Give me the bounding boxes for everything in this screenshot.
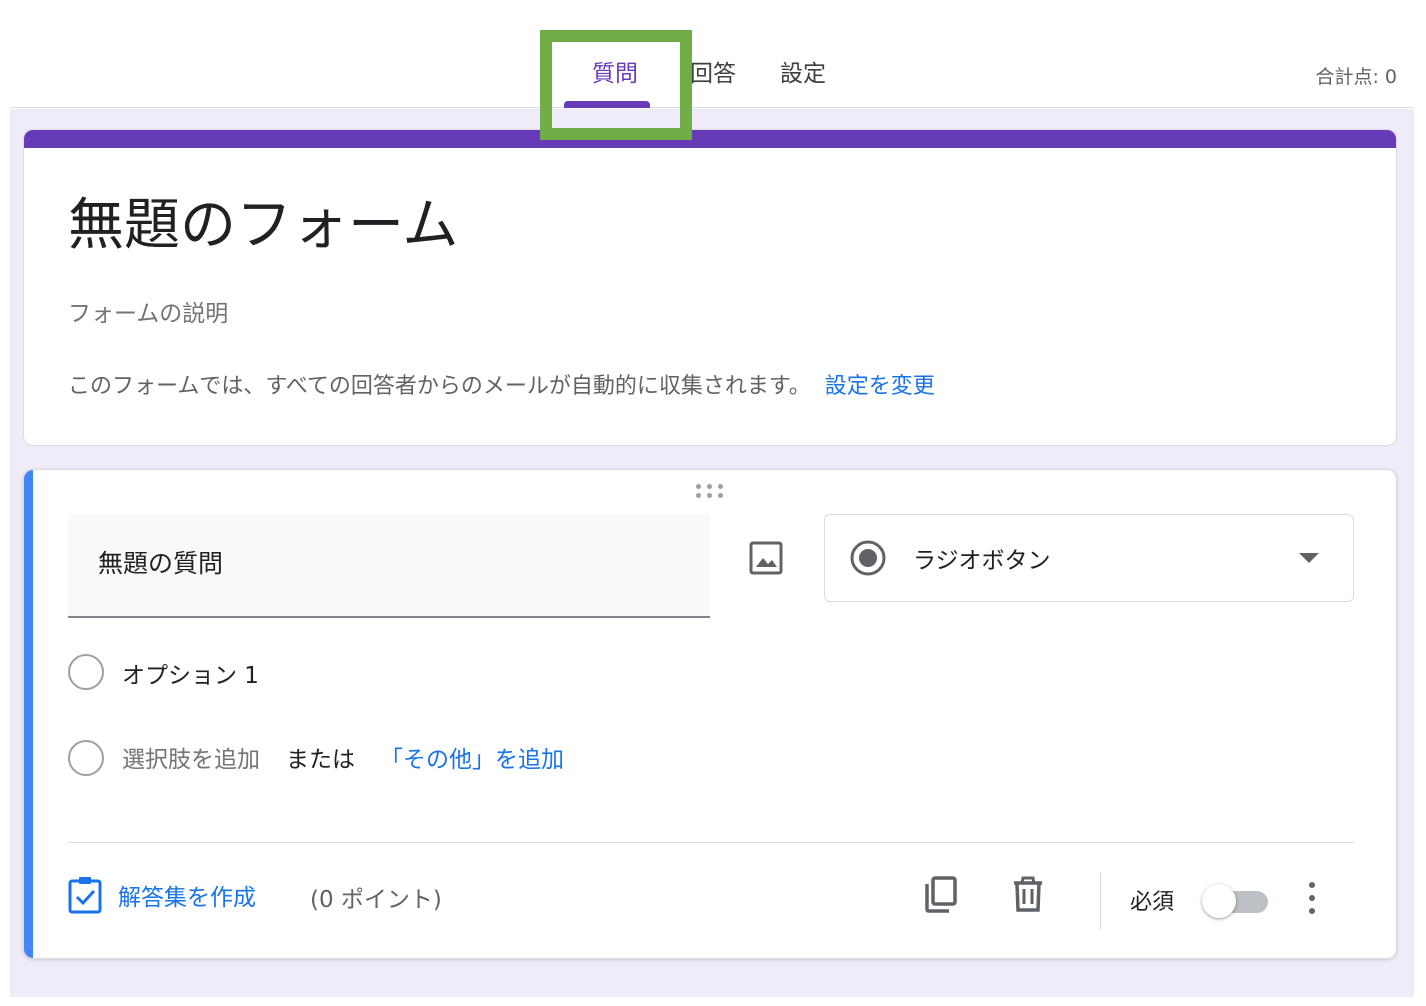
header-accent-bar: [24, 130, 1396, 148]
form-header-card: 無題のフォーム フォームの説明 このフォームでは、すべての回答者からのメールが自…: [23, 129, 1397, 446]
change-settings-link[interactable]: 設定を変更: [825, 374, 935, 399]
top-bar: 質問 回答 設定 合計点: 0: [10, 0, 1414, 108]
question-title-text: 無題の質問: [98, 549, 224, 578]
question-focus-bar: [24, 470, 33, 958]
form-canvas: 無題のフォーム フォームの説明 このフォームでは、すべての回答者からのメールが自…: [10, 109, 1414, 997]
tab-questions[interactable]: 質問: [592, 58, 638, 90]
form-title[interactable]: 無題のフォーム: [68, 186, 458, 266]
toggle-knob: [1202, 884, 1236, 918]
card-footer-divider: [68, 842, 1354, 843]
option-1-label[interactable]: オプション 1: [122, 656, 259, 690]
or-text: または: [286, 747, 355, 773]
points-label: (0 ポイント): [310, 887, 442, 913]
image-icon[interactable]: [748, 540, 784, 576]
email-collection-note: このフォームでは、すべての回答者からのメールが自動的に収集されます。 設定を変更: [68, 368, 935, 400]
more-vert-icon[interactable]: [1302, 878, 1322, 918]
question-card[interactable]: 無題の質問 ラジオボタン オプション 1 選択肢を追加 または 「その他」を追加: [23, 469, 1397, 959]
question-title-input[interactable]: 無題の質問: [68, 514, 710, 618]
checkbox-clipboard-icon: [68, 877, 102, 914]
footer-vertical-divider: [1100, 872, 1101, 930]
add-option-button[interactable]: 選択肢を追加: [122, 740, 260, 774]
tab-responses[interactable]: 回答: [690, 58, 736, 90]
chevron-down-icon: [1299, 553, 1319, 563]
required-toggle[interactable]: [1202, 884, 1268, 918]
active-tab-indicator: [564, 101, 650, 108]
question-type-label: ラジオボタン: [913, 548, 1051, 574]
radio-button-icon: [850, 540, 886, 576]
question-type-dropdown[interactable]: ラジオボタン: [824, 514, 1354, 602]
copy-icon[interactable]: [922, 874, 962, 914]
add-other-button[interactable]: 「その他」を追加: [380, 740, 564, 774]
required-label: 必須: [1130, 890, 1175, 915]
tab-settings[interactable]: 設定: [780, 58, 826, 90]
add-option-radio-circle: [68, 740, 104, 776]
answer-key-button[interactable]: 解答集を作成: [68, 876, 256, 914]
option-radio-circle: [68, 654, 104, 690]
drag-handle-icon[interactable]: [696, 484, 728, 500]
trash-icon[interactable]: [1008, 874, 1048, 914]
answer-key-label: 解答集を作成: [118, 885, 256, 911]
form-description[interactable]: フォームの説明: [68, 294, 228, 328]
total-score: 合計点: 0: [1315, 66, 1397, 88]
email-note-text: このフォームでは、すべての回答者からのメールが自動的に収集されます。: [68, 374, 811, 399]
